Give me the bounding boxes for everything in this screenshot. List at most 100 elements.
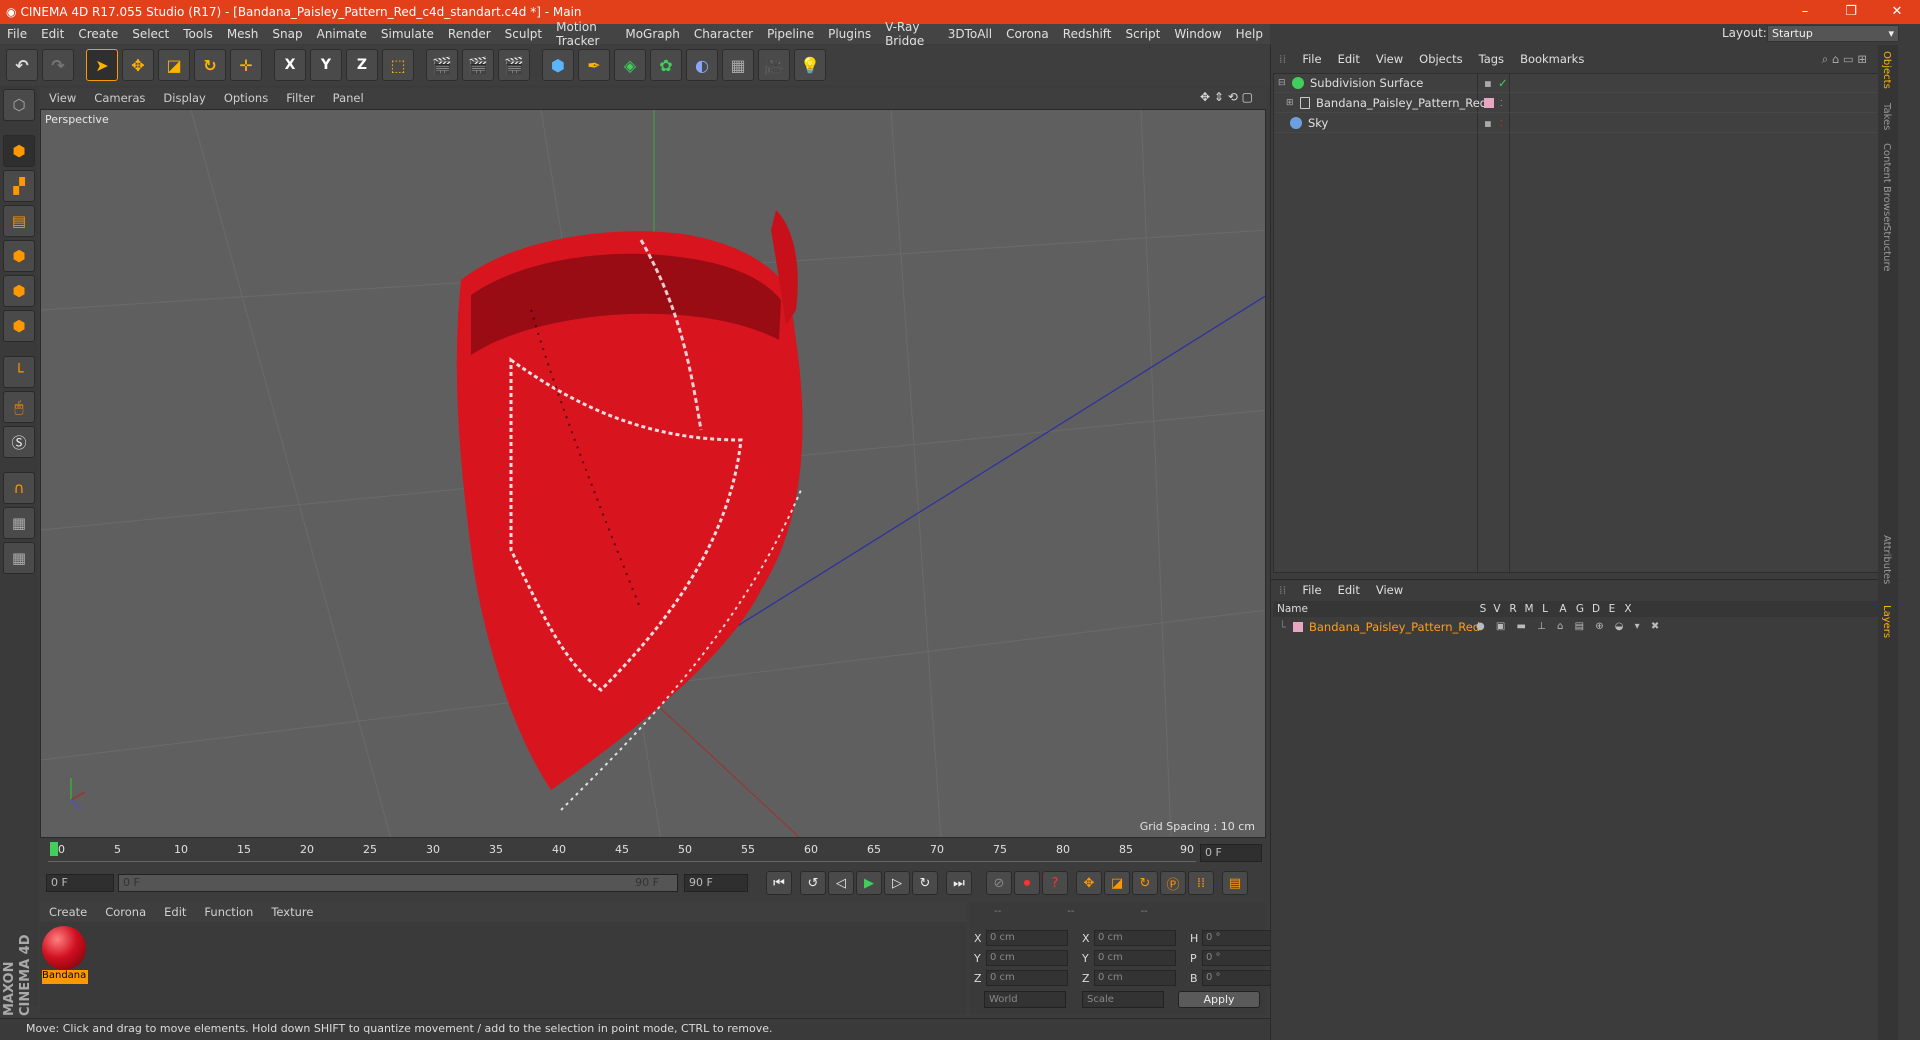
menu-corona[interactable]: Corona [999, 27, 1056, 41]
y-axis-lock-button[interactable]: Y [310, 49, 342, 81]
om-menu-file[interactable]: File [1294, 52, 1329, 66]
viewport-menu-panel[interactable]: Panel [324, 91, 373, 105]
menu-snap[interactable]: Snap [265, 27, 309, 41]
tab-layers[interactable]: Layers [1881, 605, 1892, 638]
menu-plugins[interactable]: Plugins [821, 27, 878, 41]
scale-tool-button[interactable]: ◪ [158, 49, 190, 81]
key-scale-button[interactable]: ◪ [1104, 871, 1130, 895]
om-menu-objects[interactable]: Objects [1411, 52, 1470, 66]
current-frame-field[interactable]: 0 F [1200, 844, 1262, 862]
layout-dropdown[interactable]: Startup ▾ [1767, 25, 1899, 42]
lm-menu-edit[interactable]: Edit [1330, 583, 1368, 597]
undo-button[interactable]: ↶ [6, 49, 38, 81]
z-axis-lock-button[interactable]: Z [346, 49, 378, 81]
axis-mode-button[interactable]: └ [3, 356, 35, 388]
key-pla-button[interactable]: ⁞⁞ [1188, 871, 1214, 895]
scale-dropdown[interactable]: Scale [1082, 991, 1164, 1008]
size-y-field[interactable]: 0 cm [1094, 950, 1176, 966]
end-frame-field[interactable]: 90 F [684, 874, 748, 892]
previous-frame-button[interactable]: ◁ [828, 871, 854, 895]
cloner-button[interactable]: ✿ [650, 49, 682, 81]
layer-color-swatch[interactable] [1484, 98, 1494, 108]
tab-content-browser[interactable]: Content Browser [1881, 143, 1892, 226]
close-button[interactable]: ✕ [1874, 0, 1920, 24]
position-y-field[interactable]: 0 cm [986, 950, 1068, 966]
object-row-subdivision[interactable]: ⊟ Subdivision Surface ▪ ✓ [1274, 74, 1896, 93]
menu-script[interactable]: Script [1119, 27, 1168, 41]
visibility-dots-icon[interactable]: ▪ [1484, 116, 1492, 130]
layer-flags-icons[interactable]: ● ▣ ▬ ⊥ ⌂ ▤ ⊕ ◒ ▾ ✖ [1476, 621, 1663, 632]
subdivision-generator-button[interactable]: ◈ [614, 49, 646, 81]
autokey-button[interactable]: ? [1042, 871, 1068, 895]
position-x-field[interactable]: 0 cm [986, 930, 1068, 946]
goto-start-button[interactable]: ⏮ [766, 871, 792, 895]
menu-character[interactable]: Character [687, 27, 760, 41]
om-search-home-icons[interactable]: ⌕ ⌂ ▭ ⊞ [1814, 52, 1875, 67]
x-axis-lock-button[interactable]: X [274, 49, 306, 81]
bandana-model[interactable] [456, 210, 803, 811]
material-menu-edit[interactable]: Edit [155, 905, 195, 919]
menu-sculpt[interactable]: Sculpt [498, 27, 549, 41]
expand-icon[interactable]: ⊞ [1286, 98, 1296, 108]
cube-object-button[interactable]: ⬢ [542, 49, 574, 81]
collapse-icon[interactable]: ⊟ [1278, 78, 1288, 88]
menu-redshift[interactable]: Redshift [1056, 27, 1119, 41]
texture-mode-button[interactable]: ▞ [3, 170, 35, 202]
visibility-dots-icon[interactable]: ▪ [1484, 76, 1492, 90]
redo-button[interactable]: ↷ [42, 49, 74, 81]
viewport-menu-filter[interactable]: Filter [277, 91, 323, 105]
points-mode-button[interactable]: ⬢ [3, 240, 35, 272]
locked-workplane-button[interactable]: ▦ [3, 507, 35, 539]
menu-help[interactable]: Help [1229, 27, 1270, 41]
live-select-button[interactable]: ✛ [230, 49, 262, 81]
world-dropdown[interactable]: World [984, 991, 1066, 1008]
pen-spline-button[interactable]: ✒ [578, 49, 610, 81]
viewport-menu-options[interactable]: Options [215, 91, 277, 105]
viewport-nav-icons[interactable]: ✥ ⇕ ⟲ ▢ [1191, 90, 1262, 104]
viewport-menu-display[interactable]: Display [154, 91, 214, 105]
record-button[interactable]: ⏺ [1014, 871, 1040, 895]
layer-color-swatch[interactable] [1293, 621, 1303, 632]
select-tool-button[interactable]: ➤ [86, 49, 118, 81]
menu-mograph[interactable]: MoGraph [618, 27, 687, 41]
material-menu-create[interactable]: Create [40, 905, 96, 919]
perspective-viewport[interactable]: Perspective Grid Spacing : 10 cm [40, 109, 1266, 838]
menu-edit[interactable]: Edit [34, 27, 71, 41]
size-z-field[interactable]: 0 cm [1094, 970, 1176, 986]
lm-menu-file[interactable]: File [1294, 583, 1329, 597]
material-menu-texture[interactable]: Texture [262, 905, 322, 919]
play-button[interactable]: ▶ [856, 871, 882, 895]
light-button[interactable]: 💡 [794, 49, 826, 81]
rotate-tool-button[interactable]: ↻ [194, 49, 226, 81]
model-mode-button[interactable]: ⬢ [3, 135, 35, 167]
tweak-mode-button[interactable]: 🖱 [3, 391, 35, 423]
edges-mode-button[interactable]: ⬢ [3, 275, 35, 307]
deformer-button[interactable]: ◐ [686, 49, 718, 81]
material-swatch[interactable]: Bandana [42, 926, 88, 984]
key-rotation-button[interactable]: ↻ [1132, 871, 1158, 895]
object-row-sky[interactable]: Sky ▪ ⁚ [1274, 114, 1896, 133]
motion-record-button[interactable]: ⊘ [986, 871, 1012, 895]
om-menu-edit[interactable]: Edit [1330, 52, 1368, 66]
maximize-button[interactable]: ❐ [1828, 0, 1874, 24]
menu-simulate[interactable]: Simulate [374, 27, 441, 41]
goto-end-button[interactable]: ⏭ [946, 871, 972, 895]
menu-window[interactable]: Window [1167, 27, 1228, 41]
workplane-button[interactable]: ▤ [3, 205, 35, 237]
menu-create[interactable]: Create [71, 27, 125, 41]
menu-render[interactable]: Render [441, 27, 498, 41]
menu-mesh[interactable]: Mesh [220, 27, 266, 41]
object-row-bandana[interactable]: ⊞ Bandana_Paisley_Pattern_Red ⁚ [1274, 94, 1896, 113]
playhead[interactable] [50, 842, 58, 856]
tab-structure[interactable]: Structure [1881, 225, 1892, 272]
minimize-button[interactable]: – [1782, 0, 1828, 24]
tab-takes[interactable]: Takes [1881, 103, 1892, 130]
floor-button[interactable]: ▦ [722, 49, 754, 81]
layer-row[interactable]: └ Bandana_Paisley_Pattern_Red ● ▣ ▬ ⊥ ⌂ … [1273, 618, 1897, 635]
om-menu-view[interactable]: View [1368, 52, 1411, 66]
snap-button[interactable]: Ⓢ [3, 426, 35, 458]
viewport-menu-view[interactable]: View [40, 91, 85, 105]
render-view-button[interactable]: 🎬 [426, 49, 458, 81]
previous-key-button[interactable]: ↺ [800, 871, 826, 895]
menu-3dtoall[interactable]: 3DToAll [941, 27, 999, 41]
